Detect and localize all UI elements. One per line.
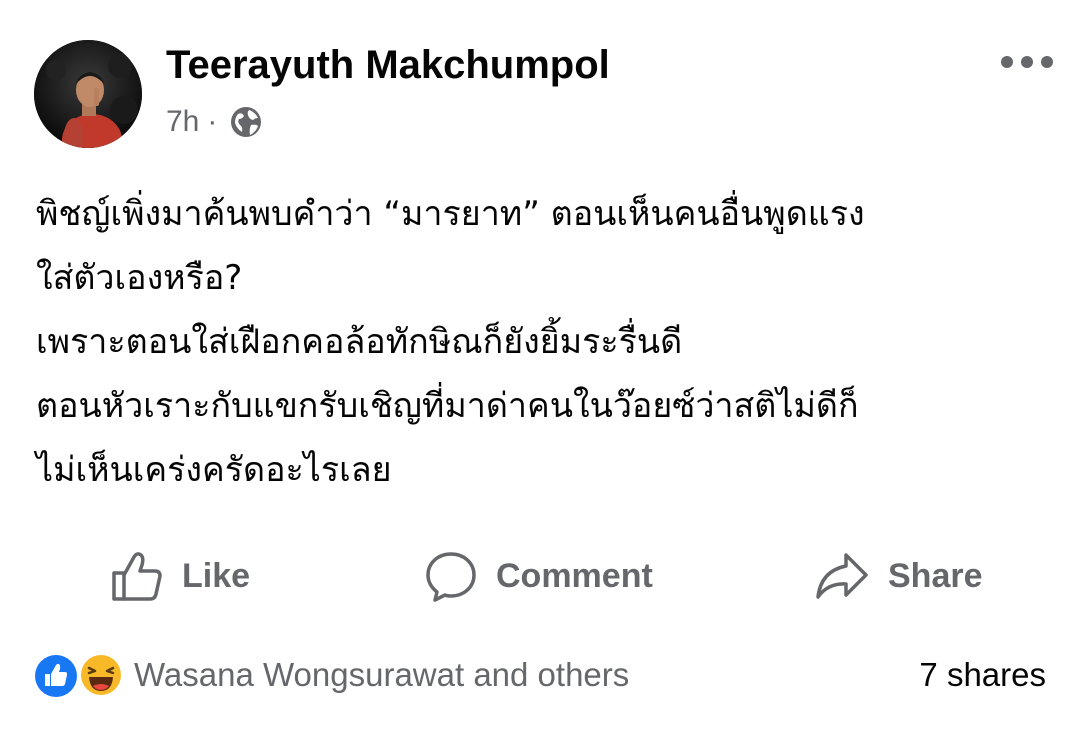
globe-icon[interactable] (229, 105, 263, 139)
reactors-text: Wasana Wongsurawat and others (134, 656, 630, 693)
reaction-icons (34, 652, 126, 698)
author-name[interactable]: Teerayuth Makchumpol (166, 40, 610, 90)
share-arrow-icon (816, 553, 868, 599)
post-text-line: ตอนหัวเราะกับแขกรับเชิญที่มาด่าคนในว๊อยซ… (36, 386, 859, 426)
avatar-photo (34, 40, 142, 148)
share-label: Share (888, 556, 983, 595)
post-timestamp[interactable]: 7h (166, 105, 199, 139)
comment-bubble-icon (426, 552, 476, 602)
thumbs-up-icon (112, 552, 162, 601)
post-text: พิชญ์เพิ่งมาค้นพบคำว่า “มารยาท” ตอนเห็นค… (36, 182, 1056, 502)
author-avatar[interactable] (34, 40, 142, 148)
reactions-summary[interactable]: Wasana Wongsurawat and others (34, 650, 629, 700)
facebook-post: Teerayuth Makchumpol 7h · พิชญ์เพิ่งมาค้… (0, 0, 1080, 733)
more-options-icon[interactable] (996, 42, 1058, 82)
post-text-line: เพราะตอนใส่เฝือกคอล้อทักษิณก็ยังยิ้มระรื… (36, 322, 683, 362)
post-text-line: ใส่ตัวเองหรือ? (36, 258, 243, 298)
comment-button[interactable]: Comment (424, 540, 653, 612)
post-text-line: พิชญ์เพิ่งมาค้นพบคำว่า “มารยาท” ตอนเห็นค… (36, 194, 865, 234)
post-meta: 7h · (166, 100, 263, 144)
like-reaction-icon (35, 655, 77, 697)
like-button[interactable]: Like (110, 540, 250, 612)
post-text-line: ไม่เห็นเคร่งครัดอะไรเลย (36, 450, 392, 490)
action-bar: Like Comment Share (0, 540, 1080, 612)
meta-separator: · (207, 105, 218, 138)
haha-reaction-icon (79, 653, 123, 697)
share-button[interactable]: Share (814, 540, 983, 612)
like-label: Like (182, 556, 251, 595)
comment-label: Comment (496, 556, 653, 595)
shares-count[interactable]: 7 shares (919, 650, 1046, 700)
